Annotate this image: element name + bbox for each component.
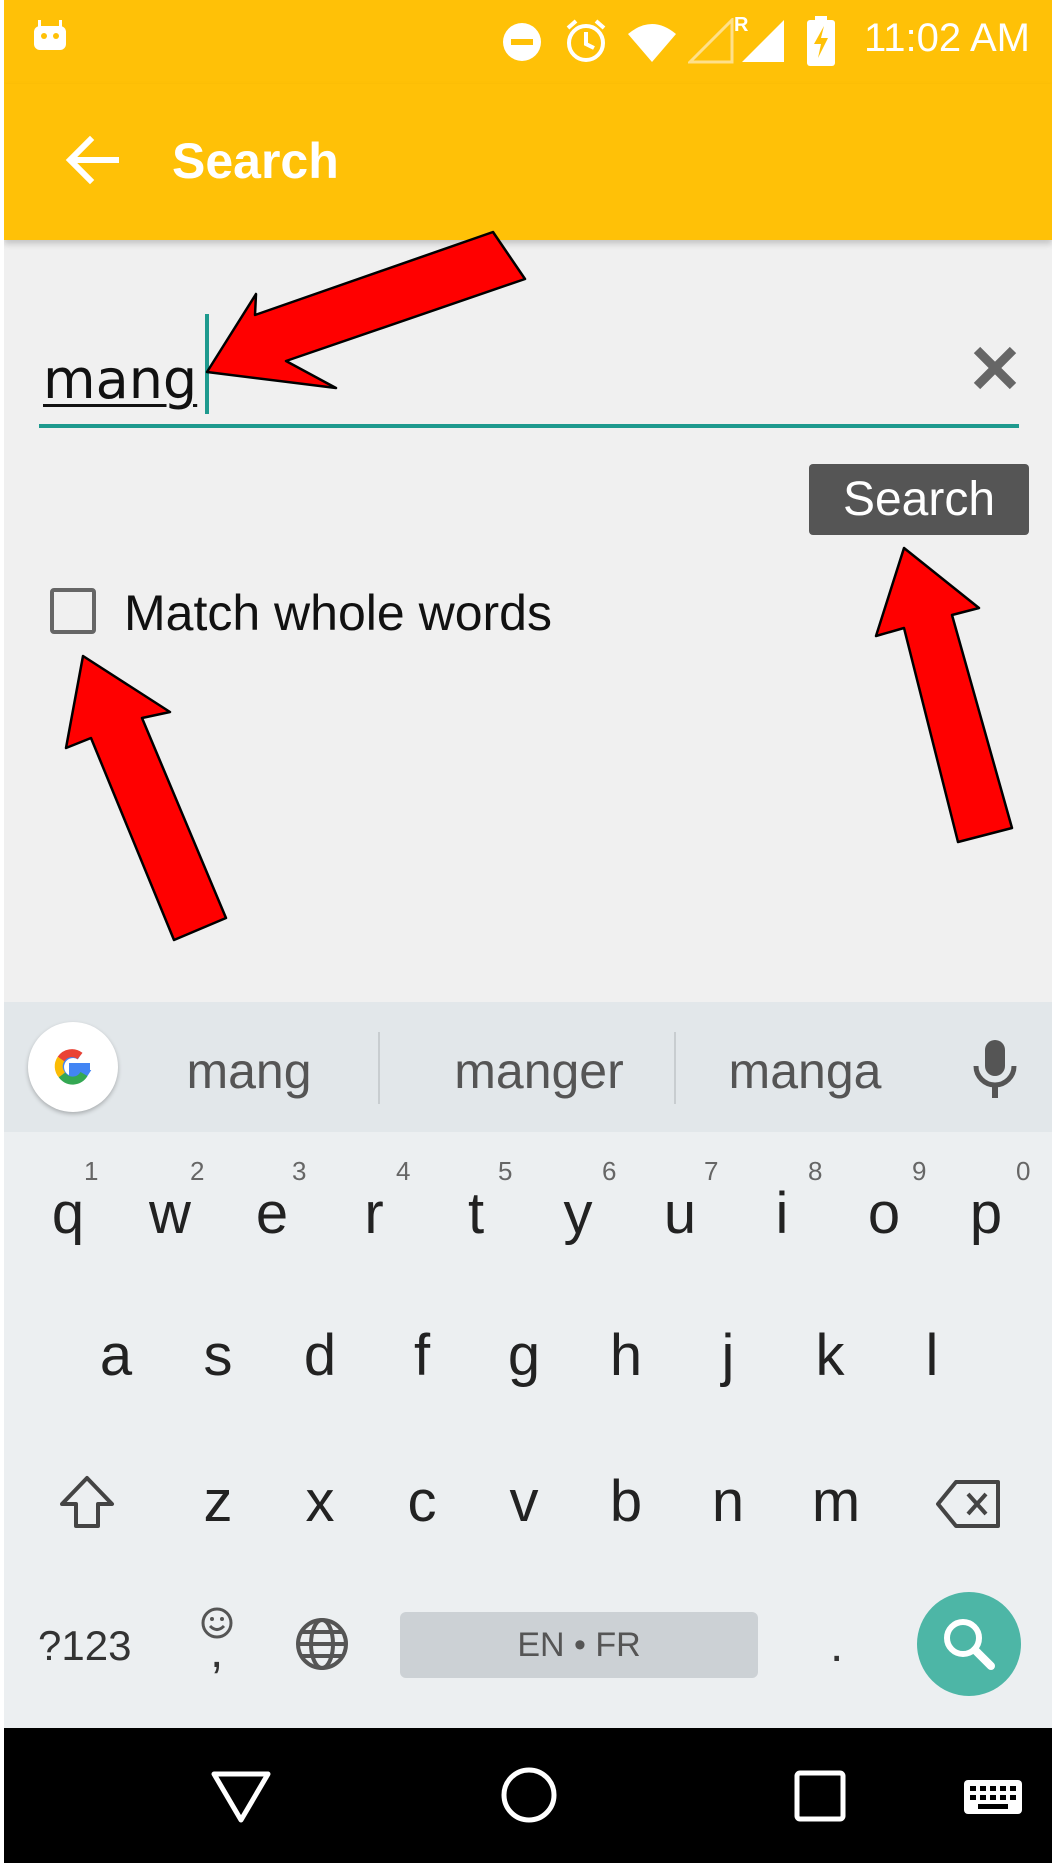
key-o[interactable]: o <box>836 1180 932 1247</box>
microphone-icon[interactable] <box>970 1038 1020 1100</box>
match-whole-words-checkbox[interactable] <box>50 588 96 634</box>
key-p[interactable]: p <box>938 1180 1034 1247</box>
suggestion-divider <box>378 1032 380 1104</box>
key-hint: 8 <box>808 1156 823 1186</box>
key-hint: 9 <box>912 1156 927 1186</box>
text-caret <box>205 314 209 414</box>
period-key[interactable]: . <box>830 1618 843 1673</box>
page-title: Search <box>172 133 339 189</box>
key-hint: 5 <box>498 1156 513 1186</box>
key-hint: 2 <box>190 1156 205 1186</box>
wifi-icon <box>628 24 676 62</box>
battery-charging-icon <box>807 16 835 66</box>
keyboard-suggestion-bar: mang manger manga <box>4 1002 1052 1132</box>
alarm-icon <box>566 19 606 62</box>
symbols-key[interactable]: ?123 <box>38 1622 131 1670</box>
key-d[interactable]: d <box>272 1322 368 1389</box>
key-t[interactable]: t <box>428 1180 524 1247</box>
key-l[interactable]: l <box>884 1322 980 1389</box>
close-icon[interactable] <box>965 338 1025 398</box>
space-key[interactable]: EN • FR <box>400 1612 758 1678</box>
key-f[interactable]: f <box>374 1322 470 1389</box>
home-circle-icon[interactable] <box>500 1766 558 1824</box>
key-v[interactable]: v <box>476 1468 572 1535</box>
search-icon <box>944 1619 995 1670</box>
key-x[interactable]: x <box>272 1468 368 1535</box>
annotation-arrow-to-checkbox <box>64 654 228 942</box>
key-hint: 6 <box>602 1156 617 1186</box>
key-n[interactable]: n <box>680 1468 776 1535</box>
key-y[interactable]: y <box>530 1180 626 1247</box>
key-hint: 7 <box>704 1156 719 1186</box>
google-g-icon <box>54 1049 92 1085</box>
key-e[interactable]: e <box>224 1180 320 1247</box>
android-icon <box>34 20 66 50</box>
key-r[interactable]: r <box>326 1180 422 1247</box>
key-z[interactable]: z <box>170 1468 266 1535</box>
key-u[interactable]: u <box>632 1180 728 1247</box>
recents-square-icon[interactable] <box>794 1770 846 1822</box>
dnd-icon <box>503 23 541 61</box>
suggestion-1[interactable]: mang <box>134 1042 364 1100</box>
key-hint: 4 <box>396 1156 411 1186</box>
suggestion-3[interactable]: manga <box>690 1042 920 1100</box>
key-q[interactable]: q <box>20 1180 116 1247</box>
key-g[interactable]: g <box>476 1322 572 1389</box>
status-bar: R 11:02 AM <box>4 0 1052 84</box>
backspace-icon[interactable] <box>934 1478 1004 1530</box>
key-h[interactable]: h <box>578 1322 674 1389</box>
key-i[interactable]: i <box>734 1180 830 1247</box>
search-input[interactable]: mang <box>39 300 1019 428</box>
status-time: 11:02 AM <box>863 16 1030 60</box>
key-w[interactable]: w <box>122 1180 218 1247</box>
match-whole-words-label: Match whole words <box>124 585 552 641</box>
comma-key[interactable]: , <box>210 1624 223 1679</box>
arrow-left-icon[interactable] <box>60 128 124 192</box>
key-m[interactable]: m <box>788 1468 884 1535</box>
key-b[interactable]: b <box>578 1468 674 1535</box>
screen: R 11:02 AM Search mang Search Match whol… <box>4 0 1052 1863</box>
key-c[interactable]: c <box>374 1468 470 1535</box>
app-bar: Search <box>4 84 1052 240</box>
key-s[interactable]: s <box>170 1322 266 1389</box>
key-j[interactable]: j <box>680 1322 776 1389</box>
keyboard-search-key[interactable] <box>917 1592 1021 1696</box>
keyboard: q 1 w 2 e 3 r 4 t 5 y 6 u 7 i 8 o 9 p 0 … <box>4 1132 1052 1728</box>
keyboard-icon[interactable] <box>962 1778 1024 1820</box>
search-button[interactable]: Search <box>809 464 1029 535</box>
suggestion-2[interactable]: manger <box>394 1042 684 1100</box>
key-hint: 3 <box>292 1156 307 1186</box>
match-whole-words-option[interactable]: Match whole words <box>50 580 610 650</box>
navigation-bar <box>4 1728 1052 1863</box>
signal-roaming-icon <box>688 18 734 64</box>
key-hint: 0 <box>1016 1156 1031 1186</box>
signal-icon <box>742 20 784 62</box>
key-k[interactable]: k <box>782 1322 878 1389</box>
back-triangle-icon[interactable] <box>210 1770 272 1824</box>
suggestion-divider <box>674 1032 676 1104</box>
search-query-text: mang <box>43 348 198 411</box>
annotation-arrow-to-button <box>874 546 1014 844</box>
key-hint: 1 <box>84 1156 99 1186</box>
shift-icon[interactable] <box>56 1472 118 1534</box>
globe-icon[interactable] <box>294 1616 350 1672</box>
key-a[interactable]: a <box>68 1322 164 1389</box>
google-button[interactable] <box>28 1022 118 1112</box>
